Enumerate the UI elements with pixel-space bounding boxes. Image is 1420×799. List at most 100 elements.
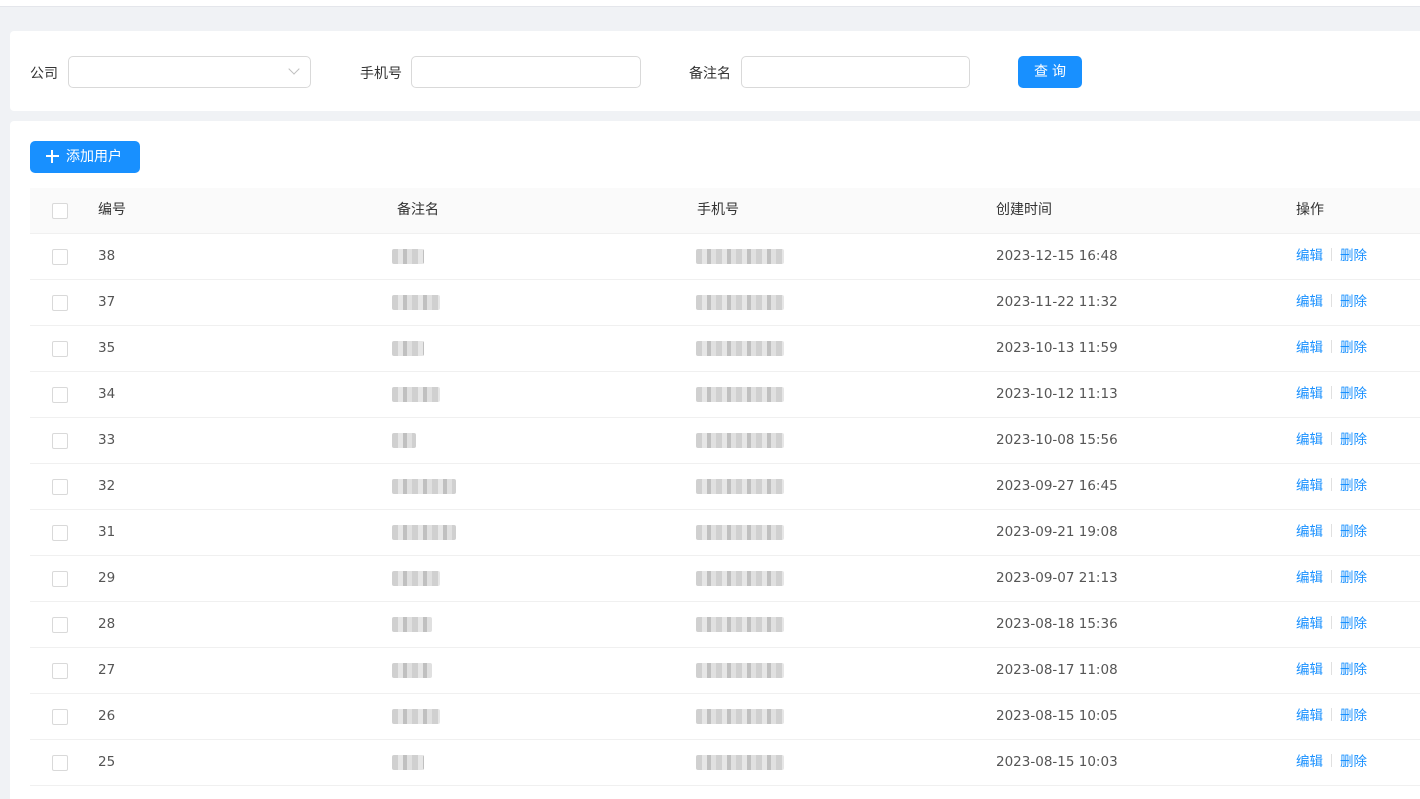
redacted-phone (696, 709, 784, 724)
edit-link[interactable]: 编辑 (1296, 340, 1323, 356)
edit-link[interactable]: 编辑 (1296, 570, 1323, 586)
row-actions: 编辑 删除 (1296, 464, 1367, 510)
edit-link[interactable]: 编辑 (1296, 662, 1323, 678)
note-label: 备注名 (689, 66, 731, 82)
edit-link[interactable]: 编辑 (1296, 386, 1323, 402)
table-row: 34 2023-10-12 11:13 编辑 删除 (30, 372, 1420, 418)
row-checkbox[interactable] (52, 341, 68, 357)
delete-link[interactable]: 删除 (1340, 294, 1367, 310)
delete-link[interactable]: 删除 (1340, 524, 1367, 540)
column-header-id: 编号 (98, 202, 126, 218)
redacted-phone (696, 387, 784, 402)
row-actions: 编辑 删除 (1296, 418, 1367, 464)
action-divider (1331, 524, 1332, 537)
row-id: 28 (98, 616, 116, 632)
column-header-created: 创建时间 (996, 202, 1052, 218)
row-created-time: 2023-09-21 19:08 (996, 524, 1118, 540)
table-panel: 添加用户 编号 备注名 手机号 创建时间 操作 38 2023-12-15 16:… (10, 121, 1420, 799)
action-divider (1331, 294, 1332, 307)
company-select-input[interactable] (69, 57, 310, 87)
redacted-note-name (392, 663, 432, 678)
row-id: 38 (98, 248, 116, 264)
delete-link[interactable]: 删除 (1340, 340, 1367, 356)
delete-link[interactable]: 删除 (1340, 386, 1367, 402)
edit-link[interactable]: 编辑 (1296, 478, 1323, 494)
row-checkbox[interactable] (52, 663, 68, 679)
row-checkbox[interactable] (52, 571, 68, 587)
action-divider (1331, 386, 1332, 399)
edit-link[interactable]: 编辑 (1296, 294, 1323, 310)
table-row: 35 2023-10-13 11:59 编辑 删除 (30, 326, 1420, 372)
delete-link[interactable]: 删除 (1340, 616, 1367, 632)
table-row: 26 2023-08-15 10:05 编辑 删除 (30, 694, 1420, 740)
delete-link[interactable]: 删除 (1340, 570, 1367, 586)
row-checkbox[interactable] (52, 387, 68, 403)
query-button[interactable]: 查询 (1018, 56, 1082, 88)
table-row: 31 2023-09-21 19:08 编辑 删除 (30, 510, 1420, 556)
redacted-phone (696, 295, 784, 310)
row-actions: 编辑 删除 (1296, 740, 1367, 786)
add-user-button[interactable]: 添加用户 (30, 141, 140, 173)
table-row: 37 2023-11-22 11:32 编辑 删除 (30, 280, 1420, 326)
row-actions: 编辑 删除 (1296, 602, 1367, 648)
row-checkbox[interactable] (52, 479, 68, 495)
row-checkbox[interactable] (52, 709, 68, 725)
action-divider (1331, 432, 1332, 445)
edit-link[interactable]: 编辑 (1296, 754, 1323, 770)
note-field[interactable] (741, 56, 970, 88)
edit-link[interactable]: 编辑 (1296, 432, 1323, 448)
action-divider (1331, 248, 1332, 261)
redacted-note-name (392, 755, 424, 770)
plus-icon (46, 150, 59, 163)
action-divider (1331, 340, 1332, 353)
redacted-note-name (392, 387, 440, 402)
table-row: 28 2023-08-18 15:36 编辑 删除 (30, 602, 1420, 648)
redacted-phone (696, 525, 784, 540)
row-checkbox[interactable] (52, 617, 68, 633)
redacted-note-name (392, 295, 440, 310)
row-id: 26 (98, 708, 116, 724)
row-id: 33 (98, 432, 116, 448)
delete-link[interactable]: 删除 (1340, 662, 1367, 678)
company-label: 公司 (30, 66, 58, 82)
company-select[interactable] (68, 56, 311, 88)
redacted-note-name (392, 617, 432, 632)
redacted-phone (696, 755, 784, 770)
redacted-phone (696, 433, 784, 448)
edit-link[interactable]: 编辑 (1296, 616, 1323, 632)
table-row: 38 2023-12-15 16:48 编辑 删除 (30, 234, 1420, 280)
edit-link[interactable]: 编辑 (1296, 248, 1323, 264)
row-created-time: 2023-10-12 11:13 (996, 386, 1118, 402)
row-id: 29 (98, 570, 116, 586)
delete-link[interactable]: 删除 (1340, 754, 1367, 770)
row-checkbox[interactable] (52, 755, 68, 771)
delete-link[interactable]: 删除 (1340, 248, 1367, 264)
row-created-time: 2023-09-27 16:45 (996, 478, 1118, 494)
redacted-note-name (392, 525, 456, 540)
edit-link[interactable]: 编辑 (1296, 708, 1323, 724)
row-actions: 编辑 删除 (1296, 510, 1367, 556)
delete-link[interactable]: 删除 (1340, 432, 1367, 448)
column-header-actions: 操作 (1296, 202, 1324, 218)
redacted-note-name (392, 433, 416, 448)
phone-field[interactable] (411, 56, 641, 88)
note-input[interactable] (742, 57, 969, 87)
edit-link[interactable]: 编辑 (1296, 524, 1323, 540)
row-checkbox[interactable] (52, 295, 68, 311)
row-actions: 编辑 删除 (1296, 234, 1367, 280)
delete-link[interactable]: 删除 (1340, 478, 1367, 494)
row-created-time: 2023-08-15 10:03 (996, 754, 1118, 770)
phone-input[interactable] (412, 57, 640, 87)
row-checkbox[interactable] (52, 433, 68, 449)
row-checkbox[interactable] (52, 249, 68, 265)
row-checkbox[interactable] (52, 525, 68, 541)
table-header: 编号 备注名 手机号 创建时间 操作 (30, 188, 1420, 234)
redacted-phone (696, 617, 784, 632)
select-all-checkbox[interactable] (52, 203, 68, 219)
redacted-note-name (392, 709, 440, 724)
add-user-label: 添加用户 (66, 149, 122, 165)
row-id: 34 (98, 386, 116, 402)
table-row: 32 2023-09-27 16:45 编辑 删除 (30, 464, 1420, 510)
row-actions: 编辑 删除 (1296, 280, 1367, 326)
delete-link[interactable]: 删除 (1340, 708, 1367, 724)
